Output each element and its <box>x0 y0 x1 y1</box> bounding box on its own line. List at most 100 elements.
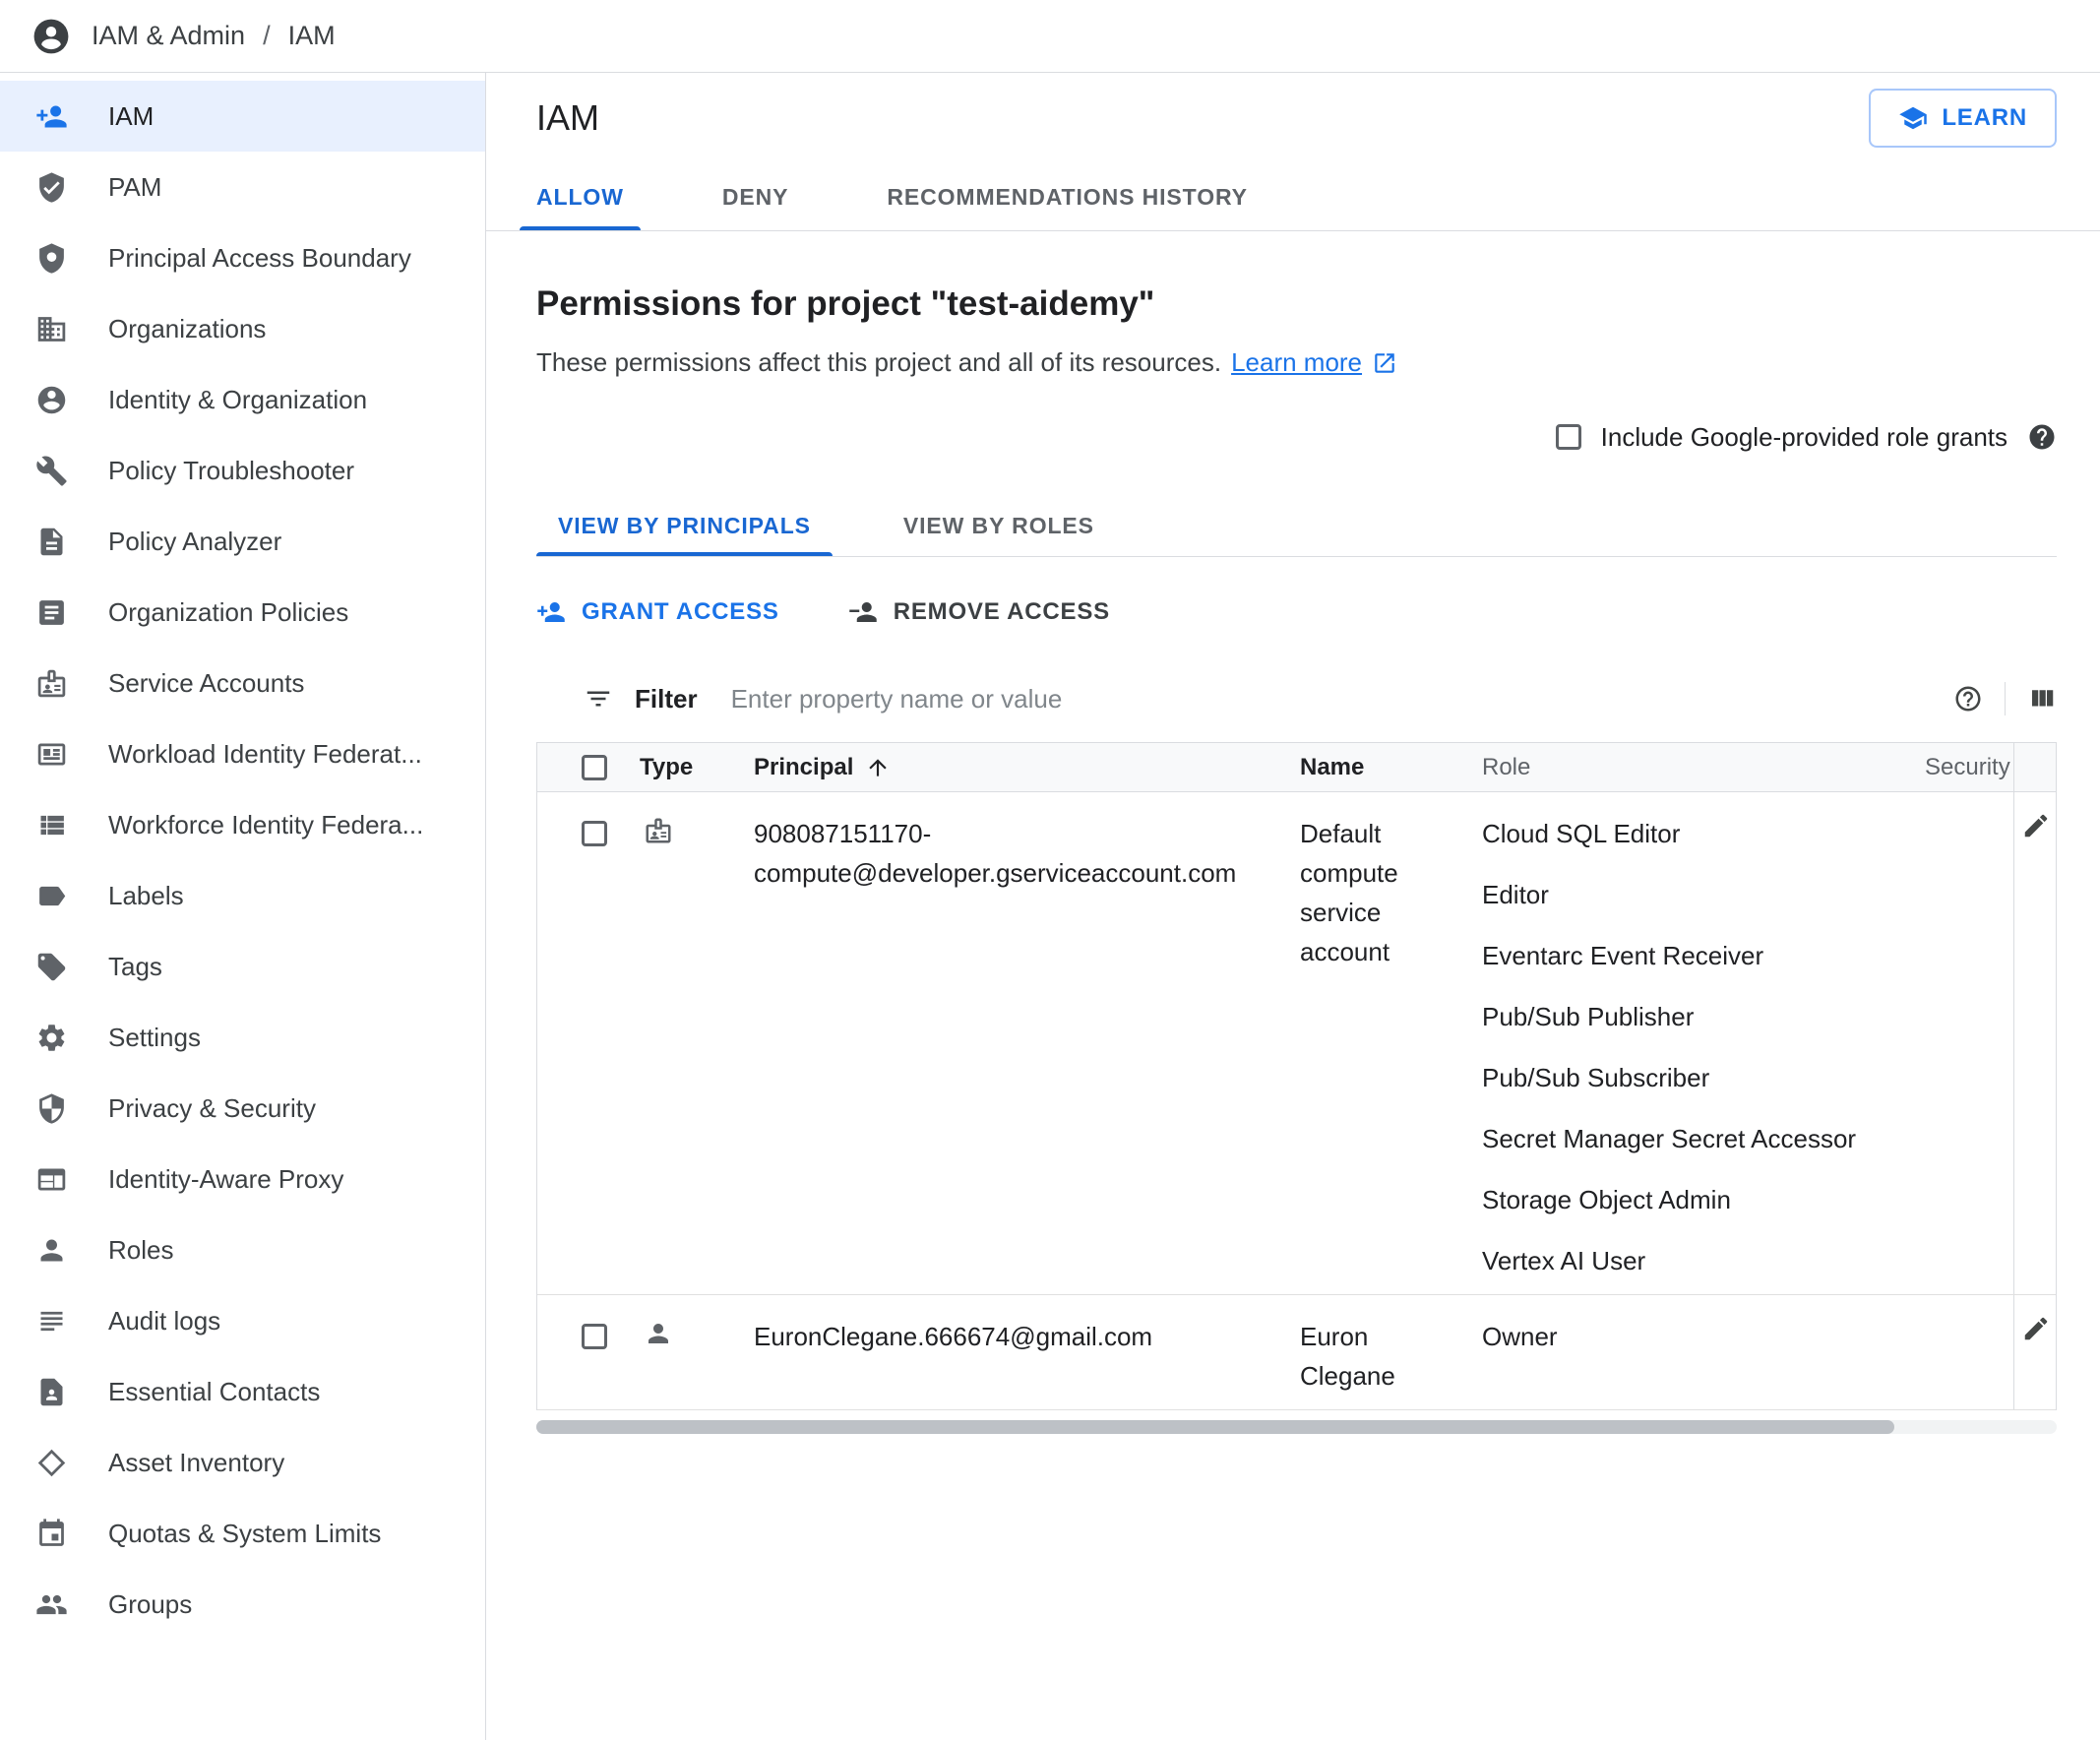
groups-icon <box>36 1594 67 1614</box>
remove-access-button[interactable]: REMOVE ACCESS <box>848 597 1110 627</box>
row-checkbox[interactable] <box>582 821 607 846</box>
sidebar-item-labels[interactable]: Labels <box>0 860 485 931</box>
role-item: Cloud SQL Editor <box>1482 819 1681 848</box>
sidebar-item-label: Organization Policies <box>108 596 349 627</box>
sidebar-item-asset-inventory[interactable]: Asset Inventory <box>0 1427 485 1498</box>
tab-recommendations-history[interactable]: RECOMMENDATIONS HISTORY <box>870 163 1265 230</box>
sidebar-item-settings[interactable]: Settings <box>0 1002 485 1073</box>
filter-help-button[interactable] <box>1953 684 1983 714</box>
sidebar-item-policy-troubleshooter[interactable]: Policy Troubleshooter <box>0 435 485 506</box>
top-bar: IAM & Admin / IAM <box>0 0 2100 73</box>
badge-icon <box>37 669 66 697</box>
sidebar-item-identity-aware-proxy[interactable]: Identity-Aware Proxy <box>0 1144 485 1214</box>
tab-deny[interactable]: DENY <box>706 163 806 230</box>
sidebar-item-essential-contacts[interactable]: Essential Contacts <box>0 1356 485 1427</box>
tab-allow[interactable]: ALLOW <box>520 163 641 230</box>
tab-view-by-roles[interactable]: VIEW BY ROLES <box>882 494 1116 556</box>
grant-access-button[interactable]: GRANT ACCESS <box>536 597 779 627</box>
principal-cell: EuronClegane.666674@gmail.com <box>754 1322 1153 1351</box>
sort-ascending-icon[interactable] <box>865 755 891 780</box>
column-header-type[interactable]: Type <box>626 743 754 791</box>
sidebar-item-principal-access-boundary[interactable]: Principal Access Boundary <box>0 222 485 293</box>
row-checkbox[interactable] <box>582 1324 607 1349</box>
lines-icon <box>40 1311 63 1331</box>
sidebar-item-roles[interactable]: Roles <box>0 1214 485 1285</box>
main-tabs: ALLOW DENY RECOMMENDATIONS HISTORY <box>486 163 2100 231</box>
open-in-new-icon[interactable] <box>1372 350 1397 376</box>
edit-principal-button[interactable] <box>2021 810 2051 843</box>
person-icon <box>40 1239 63 1261</box>
learn-more-link[interactable]: Learn more <box>1231 347 1362 378</box>
sidebar: IAM PAM Principal Access Boundary Organi… <box>0 73 486 1740</box>
role-cell: Cloud SQL Editor Editor Eventarc Event R… <box>1482 792 1925 1294</box>
columns-icon <box>2032 690 2054 707</box>
role-item: Secret Manager Secret Accessor <box>1482 1124 1857 1153</box>
horizontal-scrollbar[interactable] <box>536 1420 2057 1434</box>
gear-icon <box>38 1024 65 1051</box>
boundary-icon <box>39 242 64 274</box>
column-header-principal[interactable]: Principal <box>754 743 1300 791</box>
account-circle-icon <box>37 386 66 413</box>
access-actions: GRANT ACCESS REMOVE ACCESS <box>536 557 2057 667</box>
list-icon <box>40 815 64 835</box>
column-settings-button[interactable] <box>2027 684 2057 714</box>
column-header-name[interactable]: Name <box>1300 743 1482 791</box>
sidebar-item-service-accounts[interactable]: Service Accounts <box>0 648 485 718</box>
pencil-icon <box>2024 1317 2047 1339</box>
role-item: Owner <box>1482 1322 1558 1351</box>
grant-access-label: GRANT ACCESS <box>582 598 779 625</box>
learn-button[interactable]: LEARN <box>1869 89 2057 148</box>
view-tabs: VIEW BY PRINCIPALS VIEW BY ROLES <box>536 494 2057 557</box>
column-header-role[interactable]: Role <box>1482 743 1925 791</box>
sidebar-item-label: Principal Access Boundary <box>108 242 411 273</box>
sidebar-item-pam[interactable]: PAM <box>0 152 485 222</box>
sidebar-item-organizations[interactable]: Organizations <box>0 293 485 364</box>
sidebar-item-audit-logs[interactable]: Audit logs <box>0 1285 485 1356</box>
sidebar-item-identity-organization[interactable]: Identity & Organization <box>0 364 485 435</box>
sidebar-item-label: Audit logs <box>108 1305 221 1336</box>
permissions-panel: Permissions for project "test-aidemy" Th… <box>486 231 2100 1434</box>
help-icon[interactable] <box>2027 422 2057 452</box>
sidebar-item-label: Service Accounts <box>108 667 305 698</box>
diamond-icon <box>37 1449 66 1476</box>
sidebar-item-label: Groups <box>108 1588 193 1619</box>
breadcrumb-section[interactable]: IAM & Admin <box>92 21 245 51</box>
select-all-checkbox[interactable] <box>582 754 607 780</box>
help-outline-icon <box>1955 686 1981 712</box>
security-cell <box>1925 792 2013 1294</box>
sidebar-item-quotas[interactable]: Quotas & System Limits <box>0 1498 485 1569</box>
include-google-roles-row: Include Google-provided role grants <box>536 419 2057 455</box>
sidebar-item-iam[interactable]: IAM <box>0 81 485 152</box>
include-google-roles-checkbox[interactable] <box>1555 424 1581 450</box>
sidebar-item-policy-analyzer[interactable]: Policy Analyzer <box>0 506 485 577</box>
sidebar-item-label: Settings <box>108 1022 201 1052</box>
sidebar-item-workforce-identity-federation[interactable]: Workforce Identity Federa... <box>0 789 485 860</box>
column-header-principal-label: Principal <box>754 753 854 780</box>
sidebar-item-label: Organizations <box>108 313 267 343</box>
document-icon <box>40 528 63 555</box>
sidebar-item-label: Asset Inventory <box>108 1447 285 1477</box>
sidebar-item-label: Essential Contacts <box>108 1376 321 1406</box>
shield-check-icon <box>39 171 64 203</box>
divider <box>2005 682 2006 715</box>
tab-view-by-principals[interactable]: VIEW BY PRINCIPALS <box>536 494 833 556</box>
sidebar-item-label: Quotas & System Limits <box>108 1518 382 1548</box>
filter-bar: Filter <box>536 667 2057 730</box>
tag-icon <box>37 953 66 980</box>
domain-icon <box>37 316 66 342</box>
sidebar-item-privacy-security[interactable]: Privacy & Security <box>0 1073 485 1144</box>
filter-input[interactable] <box>730 683 1932 715</box>
pinned-cell <box>2013 792 2057 1294</box>
sidebar-item-groups[interactable]: Groups <box>0 1569 485 1640</box>
scrollbar-thumb[interactable] <box>536 1420 1894 1434</box>
sidebar-item-workload-identity-federation[interactable]: Workload Identity Federat... <box>0 718 485 789</box>
breadcrumb-separator: / <box>263 21 271 50</box>
page-header: IAM LEARN <box>486 73 2100 163</box>
sidebar-item-label: Identity & Organization <box>108 384 368 414</box>
filter-label: Filter <box>635 683 698 714</box>
edit-principal-button[interactable] <box>2021 1313 2051 1346</box>
sidebar-item-tags[interactable]: Tags <box>0 931 485 1002</box>
iam-admin-icon <box>33 19 69 53</box>
card-icon <box>37 743 66 765</box>
sidebar-item-organization-policies[interactable]: Organization Policies <box>0 577 485 648</box>
